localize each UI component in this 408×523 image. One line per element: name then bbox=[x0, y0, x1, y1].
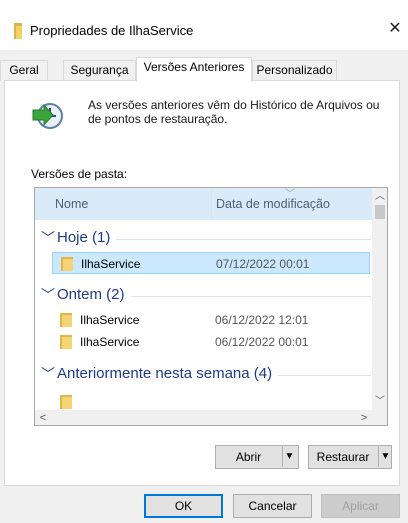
folder-versions-label: Versões de pasta: bbox=[31, 167, 128, 181]
item-name: IlhaService bbox=[81, 257, 141, 271]
chevron-down-icon: ﹀ bbox=[41, 366, 55, 382]
open-button-label[interactable]: Abrir bbox=[216, 446, 281, 468]
ok-button[interactable]: OK bbox=[144, 494, 223, 518]
scroll-left-icon[interactable]: < bbox=[35, 410, 51, 425]
group-header-hoje[interactable]: ﹀ Hoje (1) bbox=[41, 228, 371, 250]
tab-panel: As versões anteriores vêm do Histórico d… bbox=[4, 80, 400, 486]
scroll-down-icon[interactable]: ﹀ bbox=[372, 393, 387, 410]
vertical-scrollbar[interactable]: ︿ ﹀ bbox=[372, 188, 387, 410]
tab-versoes-anteriores[interactable]: Versões Anteriores bbox=[136, 57, 252, 82]
list-item[interactable]: IlhaService 07/12/2022 00:01 bbox=[52, 252, 370, 274]
group-header-anteriormente[interactable]: ﹀ Anteriormente nesta semana (4) bbox=[41, 364, 371, 386]
column-divider[interactable] bbox=[211, 190, 212, 218]
list-item[interactable]: IlhaService 06/12/2022 00:01 bbox=[52, 331, 370, 353]
cancel-button[interactable]: Cancelar bbox=[233, 494, 312, 518]
restore-button-label[interactable]: Restaurar bbox=[309, 446, 377, 468]
apply-button[interactable]: Aplicar bbox=[321, 494, 400, 518]
folder-icon bbox=[14, 23, 22, 39]
chevron-down-icon: ﹀ bbox=[41, 287, 55, 303]
versions-list[interactable]: Nome ﹀ Data de modificação ﹀ Hoje (1) Il… bbox=[34, 187, 388, 426]
scroll-up-icon[interactable]: ︿ bbox=[372, 188, 387, 205]
restore-clock-icon bbox=[32, 103, 63, 129]
scroll-thumb[interactable] bbox=[375, 205, 385, 219]
folder-icon bbox=[60, 313, 72, 327]
folder-icon bbox=[61, 257, 73, 271]
tab-seguranca[interactable]: Segurança bbox=[63, 60, 136, 81]
close-button[interactable]: ✕ bbox=[382, 14, 408, 44]
horizontal-scrollbar[interactable]: < > bbox=[35, 410, 372, 425]
group-header-ontem[interactable]: ﹀ Ontem (2) bbox=[41, 285, 371, 307]
item-date: 06/12/2022 12:01 bbox=[215, 313, 309, 327]
scroll-corner bbox=[372, 410, 387, 425]
item-date: 07/12/2022 00:01 bbox=[216, 257, 310, 271]
group-name: Ontem (2) bbox=[57, 286, 131, 303]
tab-bar: Geral Segurança Versões Anteriores Perso… bbox=[0, 57, 408, 82]
tab-geral[interactable]: Geral bbox=[0, 60, 48, 81]
column-date-header[interactable]: Data de modificação bbox=[216, 197, 330, 211]
item-date: 06/12/2022 00:01 bbox=[215, 335, 309, 349]
dropdown-arrow-icon[interactable]: ▼ bbox=[378, 447, 392, 467]
folder-icon bbox=[60, 335, 72, 349]
tab-personalizado[interactable]: Personalizado bbox=[252, 60, 337, 81]
info-description: As versões anteriores vêm do Histórico d… bbox=[88, 98, 380, 126]
group-name: Hoje (1) bbox=[57, 229, 117, 246]
list-item[interactable]: IlhaService 06/12/2022 12:01 bbox=[52, 309, 370, 331]
folder-icon bbox=[60, 395, 72, 409]
restore-split-button[interactable]: Restaurar ▼ bbox=[308, 445, 392, 469]
scroll-right-icon[interactable]: > bbox=[356, 410, 372, 425]
dropdown-arrow-icon[interactable]: ▼ bbox=[282, 447, 296, 467]
column-name-header[interactable]: Nome bbox=[55, 197, 88, 211]
list-header: Nome ﹀ Data de modificação bbox=[35, 188, 372, 220]
window-title: Propriedades de IlhaService bbox=[30, 23, 194, 38]
item-name: IlhaService bbox=[80, 313, 140, 327]
open-split-button[interactable]: Abrir ▼ bbox=[215, 445, 299, 469]
item-name: IlhaService bbox=[80, 335, 140, 349]
group-name: Anteriormente nesta semana (4) bbox=[57, 365, 279, 382]
chevron-down-icon: ﹀ bbox=[41, 230, 55, 246]
title-bar: Propriedades de IlhaService ✕ bbox=[0, 0, 408, 50]
